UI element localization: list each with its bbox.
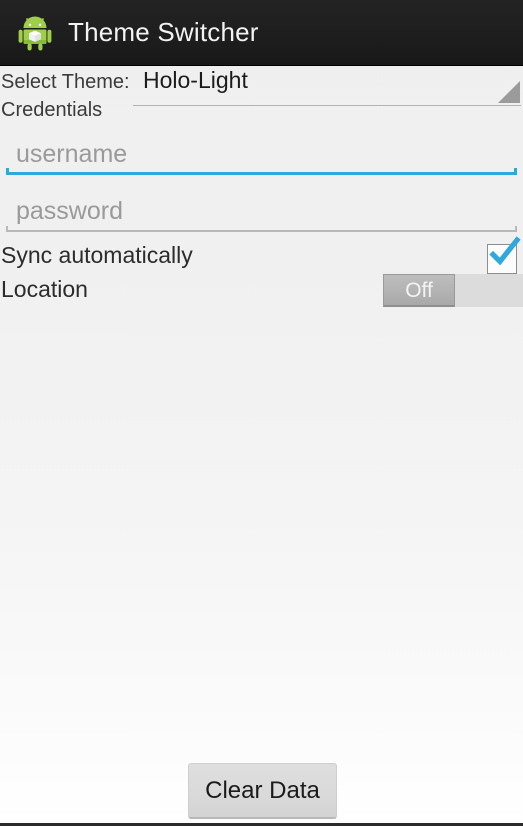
page-title: Theme Switcher — [68, 17, 259, 47]
username-input[interactable] — [6, 130, 517, 178]
sync-automatically-checkbox[interactable] — [487, 236, 521, 274]
theme-spinner-value: Holo-Light — [143, 67, 248, 93]
password-underline — [6, 226, 517, 238]
sync-automatically-label: Sync automatically — [1, 242, 193, 268]
theme-spinner[interactable]: Holo-Light — [133, 66, 521, 106]
credentials-label: Credentials — [1, 99, 103, 121]
action-bar: Theme Switcher — [0, 0, 523, 65]
app-screen: Theme Switcher Select Theme: Holo-Light … — [0, 0, 523, 826]
android-robot-icon — [14, 12, 56, 54]
dropdown-triangle-icon — [498, 81, 520, 103]
location-toggle-state-label: Off — [405, 278, 433, 302]
location-toggle-switch[interactable]: Off — [383, 274, 523, 307]
checkmark-icon — [489, 236, 521, 266]
select-theme-label: Select Theme: — [1, 71, 130, 93]
location-toggle-thumb[interactable]: Off — [383, 274, 455, 307]
sync-automatically-row: Sync automatically — [0, 236, 523, 275]
clear-data-button[interactable]: Clear Data — [188, 763, 337, 819]
password-input[interactable] — [6, 187, 517, 235]
location-label: Location — [1, 276, 88, 302]
location-row: Location Off — [0, 274, 523, 308]
username-underline — [6, 168, 517, 180]
